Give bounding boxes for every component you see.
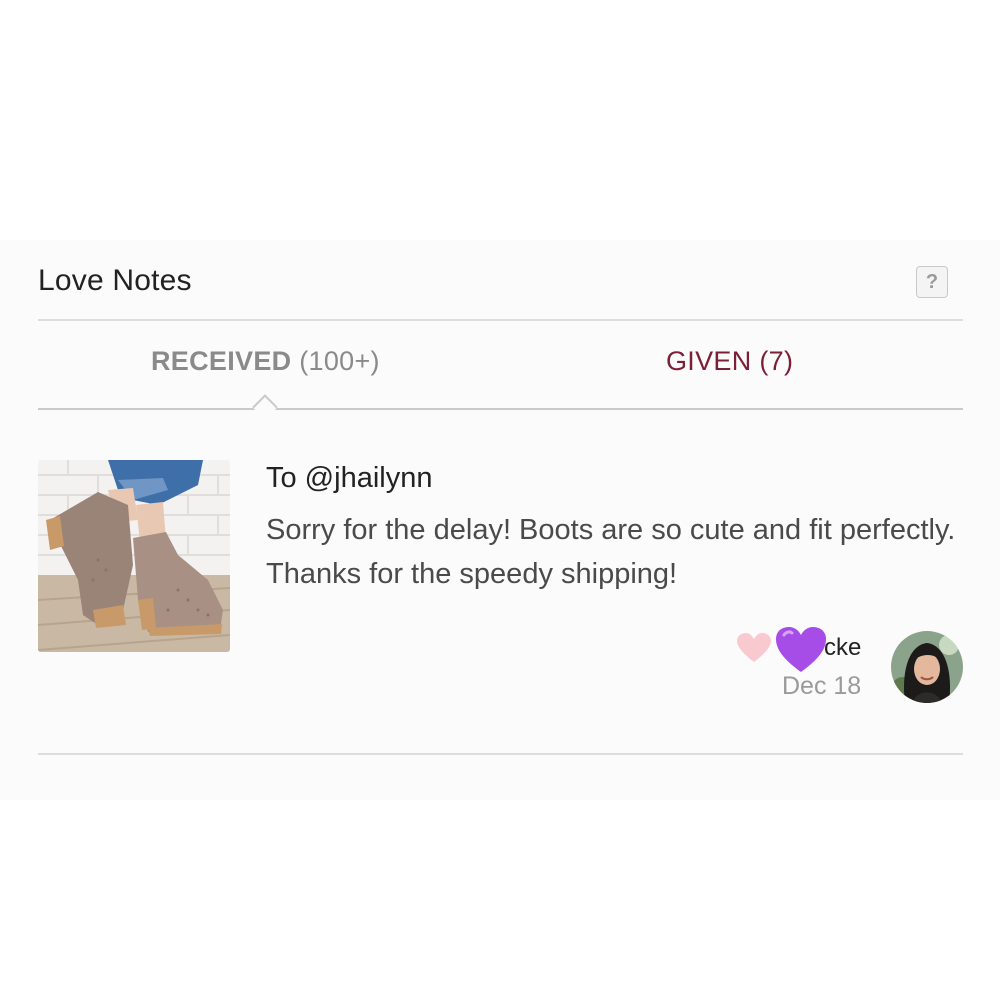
tab-given-label: GIVEN (666, 346, 752, 376)
section-title: Love Notes (38, 264, 192, 297)
pink-heart-icon (736, 632, 772, 669)
help-button[interactable]: ? (916, 266, 948, 298)
tab-given-count: (7) (759, 346, 794, 376)
header-divider (38, 319, 963, 321)
note-recipient[interactable]: To @jhailynn (266, 462, 432, 495)
tab-received[interactable]: RECEIVED (100+) (151, 346, 380, 377)
note-date: Dec 18 (782, 672, 862, 700)
note-divider (38, 753, 963, 755)
tab-given[interactable]: GIVEN (7) (666, 346, 793, 377)
tab-received-label: RECEIVED (151, 346, 292, 376)
author-name[interactable]: cke (824, 634, 861, 662)
author-avatar[interactable] (891, 631, 963, 703)
tab-received-count: (100+) (299, 346, 380, 376)
product-image[interactable] (38, 460, 230, 652)
tabs-underline (38, 408, 963, 410)
note-body: Sorry for the delay! Boots are so cute a… (266, 514, 956, 590)
